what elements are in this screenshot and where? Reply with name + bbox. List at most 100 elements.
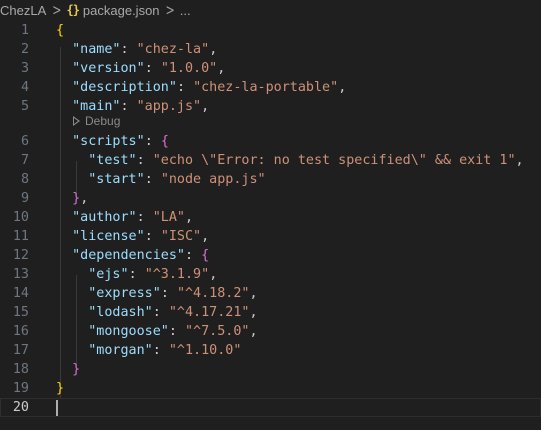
code-token: ,	[217, 61, 226, 76]
code-token: "start"	[56, 172, 145, 187]
breadcrumb-folder[interactable]: ChezLA	[0, 3, 46, 18]
code-token: :	[144, 134, 161, 149]
line-number: 20	[12, 400, 29, 415]
line-number: 12	[12, 248, 29, 263]
code-text: "description": "chez-la-portable",	[56, 78, 346, 97]
text-cursor	[56, 400, 58, 416]
code-token: :	[152, 305, 169, 320]
code-text: "mongoose": "^7.5.0",	[56, 322, 258, 341]
line-number: 4	[20, 80, 29, 95]
code-line[interactable]: 6 "scripts": {	[0, 132, 541, 151]
code-line[interactable]: 1{	[0, 21, 541, 40]
code-token: ,	[209, 42, 218, 57]
code-token: :	[176, 80, 194, 95]
code-token: ,	[249, 324, 258, 339]
code-line[interactable]: 2 "name": "chez-la",	[0, 40, 541, 59]
code-token: :	[185, 248, 202, 263]
code-token: :	[144, 61, 161, 76]
code-token: "chez-la-portable"	[193, 80, 339, 95]
code-editor[interactable]: Debug 1{2 "name": "chez-la", 3 "version":…	[0, 19, 541, 430]
code-text: "test": "echo \"Error: no test specified…	[56, 151, 524, 170]
line-number: 6	[20, 134, 29, 149]
code-line[interactable]: 11 "license": "ISC",	[0, 227, 541, 246]
code-line[interactable]: 17 "morgan": "^1.10.0"	[0, 341, 541, 360]
code-line[interactable]: 12 "dependencies": {	[0, 246, 541, 265]
chevron-right-icon: >	[165, 1, 175, 19]
code-token: "morgan"	[56, 343, 153, 358]
code-token: "^4.17.21"	[168, 305, 250, 320]
code-token: "author"	[56, 210, 137, 225]
line-number: 13	[12, 267, 29, 282]
code-line[interactable]: 20	[0, 398, 541, 417]
code-line[interactable]: 16 "mongoose": "^7.5.0",	[0, 322, 541, 341]
code-line[interactable]: 19}	[0, 379, 541, 398]
code-text: "version": "1.0.0",	[56, 59, 225, 78]
line-number: 18	[12, 362, 29, 377]
line-number: 7	[20, 153, 29, 168]
code-token: ,	[515, 153, 524, 168]
line-number: 2	[20, 42, 29, 57]
json-braces-icon: {}	[66, 3, 79, 17]
code-token: "license"	[56, 229, 145, 244]
code-text: {	[56, 21, 64, 40]
code-text: "lodash": "^4.17.21",	[56, 303, 258, 322]
code-line[interactable]: 15 "lodash": "^4.17.21",	[0, 303, 541, 322]
code-line[interactable]: 7 "test": "echo \"Error: no test specifi…	[0, 151, 541, 170]
code-token: "node app.js"	[160, 172, 266, 187]
code-text: "author": "LA",	[56, 208, 193, 227]
code-line[interactable]: 13 "ejs": "^3.1.9",	[0, 265, 541, 284]
code-token: :	[160, 286, 177, 301]
code-token: :	[136, 210, 153, 225]
code-token: ,	[185, 210, 194, 225]
code-text: "main": "app.js",	[56, 97, 209, 116]
line-number: 19	[12, 381, 29, 396]
code-token: {	[201, 248, 210, 263]
code-line[interactable]: 9 },	[0, 189, 541, 208]
code-token: "scripts"	[56, 134, 145, 149]
code-token: "mongoose"	[56, 324, 169, 339]
code-token: :	[120, 42, 137, 57]
code-token: {	[160, 134, 169, 149]
line-number: 11	[12, 229, 29, 244]
code-token: :	[152, 343, 169, 358]
code-token: "^7.5.0"	[185, 324, 250, 339]
code-line[interactable]: 3 "version": "1.0.0",	[0, 59, 541, 78]
code-line[interactable]: 18 }	[0, 360, 541, 379]
code-token: "^1.10.0"	[168, 343, 242, 358]
line-number: 8	[20, 172, 29, 187]
code-token: ,	[201, 99, 210, 114]
code-text: "express": "^4.18.2",	[56, 284, 258, 303]
code-token: ,	[249, 286, 258, 301]
breadcrumb-file[interactable]: package.json	[83, 3, 160, 18]
code-token: ,	[249, 305, 258, 320]
line-number: 3	[20, 61, 29, 76]
code-token: "main"	[56, 99, 121, 114]
code-token: "1.0.0"	[160, 61, 218, 76]
code-line[interactable]: 10 "author": "LA",	[0, 208, 541, 227]
code-token: "ISC"	[160, 229, 202, 244]
code-line[interactable]: 5 "main": "app.js",	[0, 97, 541, 116]
code-token: "ejs"	[56, 267, 129, 282]
breadcrumb-symbol-ellipsis[interactable]: ...	[180, 3, 191, 18]
code-line[interactable]: 8 "start": "node app.js"	[0, 170, 541, 189]
code-token: :	[136, 153, 153, 168]
code-token: ,	[80, 191, 89, 206]
code-token: "description"	[56, 80, 177, 95]
line-number: 17	[12, 343, 29, 358]
code-token: "express"	[56, 286, 161, 301]
code-token: "version"	[56, 61, 145, 76]
code-line[interactable]: 14 "express": "^4.18.2",	[0, 284, 541, 303]
code-text: "dependencies": {	[56, 246, 209, 265]
code-token: "name"	[56, 42, 121, 57]
code-text: "ejs": "^3.1.9",	[56, 265, 217, 284]
code-text: }	[56, 379, 64, 398]
code-token: :	[144, 172, 161, 187]
code-token: :	[144, 229, 161, 244]
code-text: },	[56, 189, 88, 208]
code-text: "morgan": "^1.10.0"	[56, 341, 241, 360]
line-number: 9	[20, 191, 29, 206]
code-token: :	[128, 267, 145, 282]
code-line[interactable]: 4 "description": "chez-la-portable",	[0, 78, 541, 97]
code-token: "chez-la"	[136, 42, 210, 57]
code-token: "app.js"	[136, 99, 202, 114]
